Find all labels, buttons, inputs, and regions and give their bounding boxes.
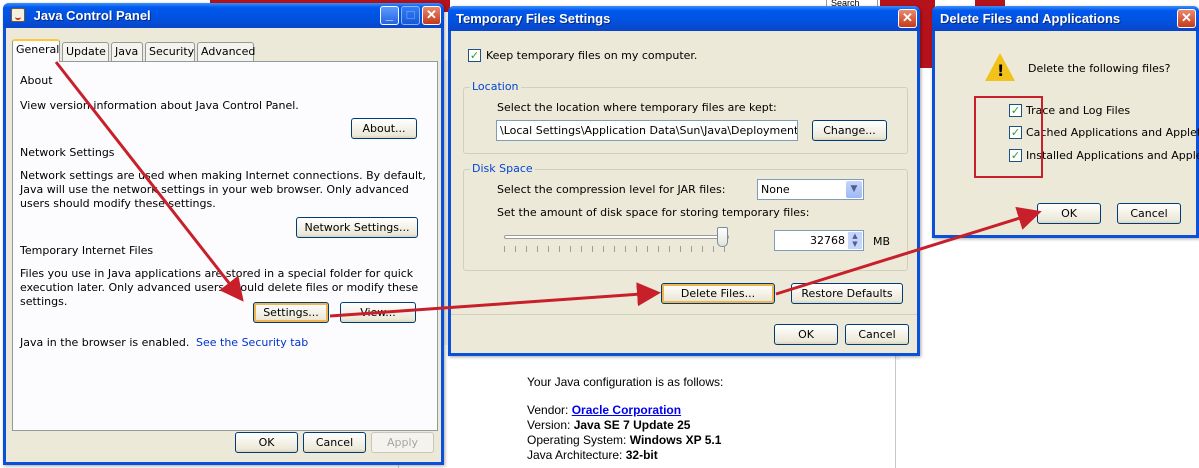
about-text: View version information about Java Cont…: [20, 99, 299, 112]
config-os: Operating System: Windows XP 5.1: [527, 433, 721, 447]
config-version-value: Java SE 7 Update 25: [573, 418, 691, 432]
temp-files-heading: Temporary Internet Files: [20, 244, 154, 257]
button-separator: [451, 314, 917, 315]
tab-general[interactable]: General: [12, 39, 60, 62]
change-button[interactable]: Change...: [812, 120, 887, 141]
compression-label: Select the compression level for JAR fil…: [497, 183, 726, 196]
temp-settings-cancel-button[interactable]: Cancel: [845, 324, 909, 345]
security-tab-link[interactable]: See the Security tab: [196, 336, 308, 349]
tab-java[interactable]: Java: [111, 42, 143, 61]
temp-settings-title: Temporary Files Settings: [456, 11, 611, 26]
control-panel-titlebar[interactable]: Java Control Panel _ □ ✕: [3, 3, 444, 28]
config-arch: Java Architecture: 32-bit: [527, 448, 658, 462]
tab-update[interactable]: Update: [62, 42, 109, 61]
settings-button[interactable]: Settings...: [253, 302, 329, 323]
spinner-arrows-icon[interactable]: ▲ ▼: [848, 232, 862, 249]
chevron-down-icon[interactable]: ▼: [846, 181, 862, 198]
location-group-label: Location: [470, 80, 521, 93]
about-heading: About: [20, 74, 53, 87]
config-os-label: Operating System:: [527, 433, 627, 447]
delete-files-dialog: Delete Files and Applications ✕ ! Delete…: [932, 6, 1199, 238]
disk-space-amount-field[interactable]: 32768 ▲ ▼: [774, 230, 864, 251]
delete-dialog-ok-button[interactable]: OK: [1037, 203, 1101, 224]
cached-apps-label: Cached Applications and Applets: [1026, 126, 1199, 139]
control-panel-apply-button: Apply: [371, 432, 434, 453]
delete-dialog-titlebar[interactable]: Delete Files and Applications ✕: [932, 6, 1199, 31]
temp-settings-titlebar[interactable]: Temporary Files Settings ✕: [448, 6, 920, 31]
maximize-button: □: [401, 6, 420, 25]
network-text: Network settings are used when making In…: [20, 169, 426, 210]
tab-security[interactable]: Security: [145, 42, 195, 61]
config-os-value: Windows XP 5.1: [629, 433, 722, 447]
about-button[interactable]: About...: [351, 118, 417, 139]
vendor-link[interactable]: Oracle Corporation: [572, 403, 681, 417]
control-panel-ok-button[interactable]: OK: [235, 432, 298, 453]
network-settings-button[interactable]: Network Settings...: [296, 217, 418, 238]
restore-defaults-button[interactable]: Restore Defaults: [791, 283, 903, 304]
temp-settings-ok-button[interactable]: OK: [774, 324, 838, 345]
general-tab-panel: About View version information about Jav…: [12, 61, 438, 431]
config-arch-label: Java Architecture:: [527, 448, 623, 462]
temp-files-settings-window: Temporary Files Settings ✕ ✓ Keep tempor…: [448, 6, 920, 356]
location-path-field[interactable]: \Local Settings\Application Data\Sun\Jav…: [496, 120, 798, 141]
java-cup-icon: [11, 8, 25, 22]
config-vendor: Vendor: Oracle Corporation: [527, 403, 681, 417]
java-config-web-content: Your Java configuration is as follows: V…: [398, 345, 896, 468]
disk-space-slider-track[interactable]: [504, 235, 729, 239]
location-text: Select the location where temporary file…: [497, 101, 777, 114]
minimize-button[interactable]: _: [380, 6, 399, 25]
keep-files-label: Keep temporary files on my computer.: [486, 49, 698, 62]
disk-space-unit: MB: [873, 235, 891, 248]
config-version-label: Version:: [527, 418, 571, 432]
network-heading: Network Settings: [20, 146, 115, 159]
config-vendor-label: Vendor:: [527, 403, 569, 417]
location-group: Location Select the location where tempo…: [463, 80, 908, 154]
disk-space-slider-thumb[interactable]: [717, 227, 729, 247]
disk-space-slider-ticks: [504, 246, 729, 252]
disk-space-group-label: Disk Space: [470, 162, 535, 175]
control-panel-title: Java Control Panel: [33, 8, 151, 23]
disk-space-group: Disk Space Select the compression level …: [463, 162, 908, 271]
view-button[interactable]: View...: [340, 302, 416, 323]
delete-prompt: Delete the following files?: [1028, 62, 1171, 75]
config-intro: Your Java configuration is as follows:: [527, 375, 724, 389]
control-panel-cancel-button[interactable]: Cancel: [303, 432, 366, 453]
config-version: Version: Java SE 7 Update 25: [527, 418, 690, 432]
close-button[interactable]: ✕: [1177, 9, 1196, 28]
keep-files-checkbox[interactable]: ✓: [468, 49, 481, 62]
delete-files-button[interactable]: Delete Files...: [661, 283, 775, 304]
installed-apps-label: Installed Applications and Applets: [1026, 149, 1199, 162]
delete-dialog-title: Delete Files and Applications: [940, 11, 1121, 26]
checkbox-highlight-box: [974, 96, 1043, 178]
close-button[interactable]: ✕: [898, 9, 917, 28]
disk-space-amount: 32768: [810, 234, 845, 247]
tab-advanced[interactable]: Advanced: [197, 42, 255, 61]
compression-value: None: [761, 183, 790, 196]
delete-dialog-cancel-button[interactable]: Cancel: [1117, 203, 1181, 224]
compression-select[interactable]: None ▼: [757, 179, 864, 200]
browser-status: Java in the browser is enabled.: [20, 336, 190, 349]
disk-space-label: Set the amount of disk space for storing…: [497, 206, 810, 219]
config-arch-value: 32-bit: [625, 448, 658, 462]
close-button[interactable]: ✕: [422, 6, 441, 25]
java-control-panel-window: Java Control Panel _ □ ✕ General Update …: [3, 3, 444, 465]
